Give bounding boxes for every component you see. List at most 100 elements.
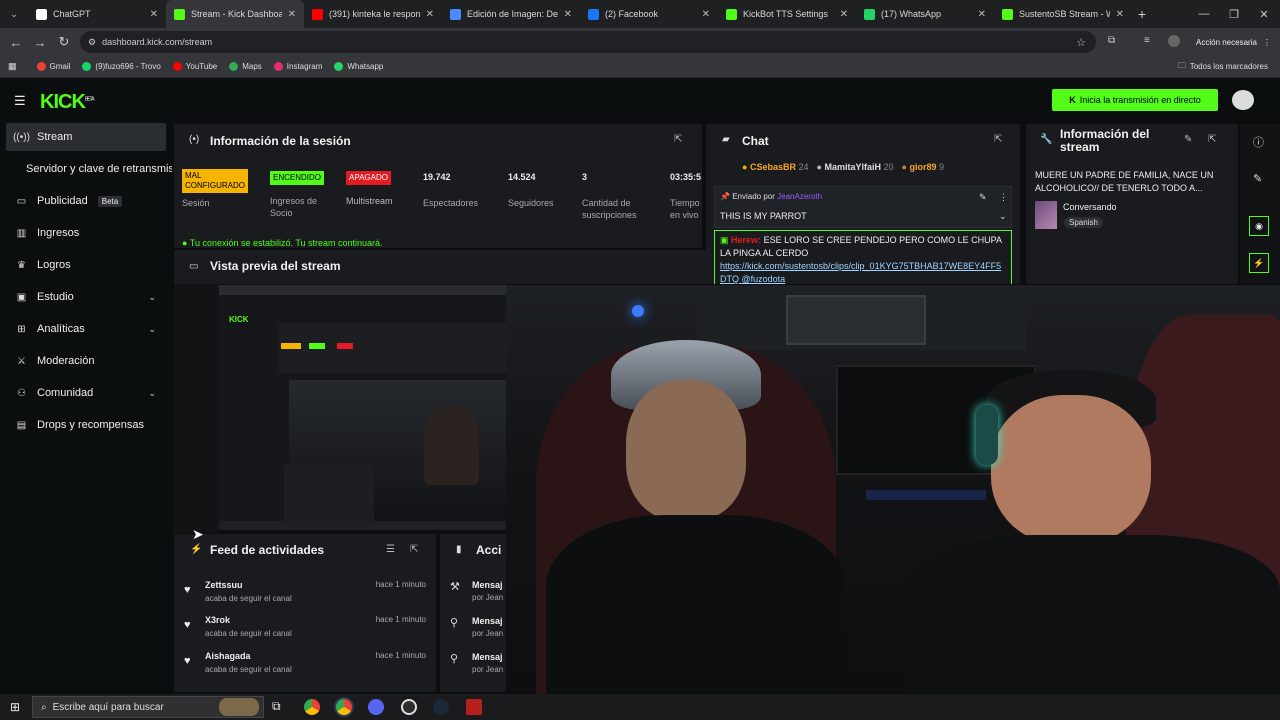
popout-icon[interactable]: ⇱ [410,544,418,555]
tab-title: (17) WhatsApp [881,9,942,19]
chart-icon: ▥ [16,227,27,239]
tab-close-icon[interactable]: ✕ [426,9,434,20]
tab-close-icon[interactable]: ✕ [150,9,158,20]
preview-gutter [174,284,219,533]
stream-preview-video[interactable]: KICK [219,285,506,530]
browser-tab[interactable]: KickBot TTS Settings ✕ [718,0,856,28]
sidebar-item-ads[interactable]: ▭ Publicidad Beta [6,187,166,215]
language-tag: Spanish [1064,217,1103,228]
browser-tab[interactable]: (2) Facebook ✕ [580,0,718,28]
popout-icon[interactable]: ⇱ [994,134,1002,145]
list-item[interactable]: ♥ X3rok acaba de seguir el canal hace 1 … [184,615,430,645]
url-text: dashboard.kick.com/stream [102,37,213,47]
unpin-icon[interactable]: ✎ [979,192,987,203]
bookmark-item[interactable]: Instagram [273,62,322,71]
chevron-down-icon[interactable]: ⌄ [999,211,1007,222]
obs-icon[interactable] [401,699,417,715]
list-item[interactable]: ♥ Aishagada acaba de seguir el canal hac… [184,651,430,681]
taskbar-search-input[interactable]: ⌕ Escribe aquí para buscar [32,696,264,718]
windows-start-icon[interactable]: ⊞ [10,700,20,714]
tool-rail: ⓘ ✎ ◉ ⚡ [1240,124,1280,284]
browser-tab[interactable]: (17) WhatsApp ✕ [856,0,994,28]
camera-tool-icon[interactable]: ◉ [1249,216,1269,236]
apps-grid-icon[interactable]: ▦ [8,61,17,72]
tab-favicon-icon [726,8,737,20]
reload-icon[interactable]: ↻ [52,34,76,50]
sidebar-item-revenue[interactable]: ▥ Ingresos [6,219,166,247]
browser-tab[interactable]: Stream - Kick Dashboard ✕ [166,0,304,28]
maximize-icon[interactable]: ❐ [1218,0,1250,28]
tab-close-icon[interactable]: ✕ [288,9,296,20]
leaderboard-entry[interactable]: ● gior89 9 [902,162,945,172]
sidebar-item-community[interactable]: ⚇ Comunidad ⌄ [6,379,166,407]
tab-close-icon[interactable]: ✕ [1116,9,1124,20]
browser-tab[interactable]: Edición de Imagen: Delfín ✕ [442,0,580,28]
category-thumbnail[interactable] [1035,201,1057,229]
all-bookmarks-folder[interactable]: 🗀 Todos los marcadores [1178,60,1268,74]
discord-icon[interactable] [368,699,384,715]
info-icon[interactable]: ⓘ [1253,134,1264,150]
pencil-icon[interactable]: ✎ [1253,172,1262,185]
close-window-icon[interactable]: ✕ [1248,0,1280,28]
steam-icon[interactable] [433,699,449,715]
sidebar-item-studio[interactable]: ▣ Estudio ⌄ [6,283,166,311]
mini-badge [309,343,325,349]
user-avatar[interactable] [1232,90,1254,110]
media-icon[interactable]: ≡ [1144,35,1150,46]
profile-avatar[interactable] [1168,35,1180,47]
category-name[interactable]: Conversando [1063,202,1117,212]
kick-logo[interactable]: KICKBETA [40,91,95,114]
filter-icon[interactable]: ☰ [386,544,395,555]
leaderboard-entry[interactable]: ● CSebasBR 24 [742,162,809,172]
tab-search-icon[interactable]: ⌄ [0,0,28,28]
chrome-active-icon[interactable] [336,699,352,715]
bookmark-item[interactable]: Maps [229,62,262,71]
sidebar-item-server-key[interactable]: Servidor y clave de retransmisión [6,155,172,183]
tab-close-icon[interactable]: ✕ [564,9,572,20]
menu-dots-icon[interactable]: ⋮ [1263,38,1271,47]
list-item[interactable]: ♥ Zettssuu acaba de seguir el canal hace… [184,580,430,610]
chrome-icon[interactable] [304,699,320,715]
lightning-tool-icon[interactable]: ⚡ [1249,253,1269,273]
stat-partner-income: ENCENDIDO Ingresos de Socio [270,171,328,219]
sidebar-item-drops[interactable]: ▤ Drops y recompensas [6,411,166,439]
sidebar-item-moderation[interactable]: ⚔ Moderación [6,347,166,375]
browser-tab[interactable]: ChatGPT ✕ [28,0,166,28]
tab-close-icon[interactable]: ✕ [702,9,710,20]
tab-close-icon[interactable]: ✕ [978,9,986,20]
browser-tab[interactable]: SustentoSB Stream - Wat ✕ [994,0,1132,28]
bookmark-icon: ▮ [456,544,462,555]
more-options-icon[interactable]: ⋮ [999,192,1008,203]
new-tab-button[interactable]: + [1132,0,1152,28]
beta-badge: Beta [97,195,123,207]
task-view-icon[interactable]: ⧉ [272,699,281,714]
chevron-down-icon: ⌄ [148,387,156,398]
profile-status-button[interactable]: Acción necesaria ⋮ [1190,32,1277,52]
go-live-button[interactable]: K Inicia la transmisión en directo [1052,89,1218,111]
extensions-icon[interactable]: ⧉ [1108,35,1115,46]
bookmark-item[interactable]: (9)fuzo696 - Trovo [82,62,161,71]
forward-icon[interactable]: → [28,35,52,50]
popout-icon[interactable]: ⇱ [674,134,682,145]
bookmark-item[interactable]: Whatsapp [334,62,383,71]
tab-close-icon[interactable]: ✕ [840,9,848,20]
bookmark-item[interactable]: Gmail [36,62,70,71]
back-icon[interactable]: ← [4,35,28,50]
url-input[interactable]: ⚙ dashboard.kick.com/stream ☆ [80,31,1096,53]
site-info-icon[interactable]: ⚙ [88,37,96,48]
sidebar-item-analytics[interactable]: ⊞ Analíticas ⌄ [6,315,166,343]
sidebar-item-stream[interactable]: ((•)) Stream [6,123,166,151]
edit-icon[interactable]: ✎ [1184,134,1192,145]
minimize-icon[interactable]: — [1188,0,1220,28]
bookmark-item[interactable]: YouTube [172,62,217,71]
hamburger-menu-icon[interactable]: ☰ [14,93,26,109]
browser-tab[interactable]: (391) kinteka le responde ✕ [304,0,442,28]
pinned-text: THIS IS MY PARROT [720,211,807,221]
chat-link[interactable]: https://kick.com/sustentosb/clips/clip_0… [720,260,1006,284]
dota-icon[interactable] [466,699,482,715]
sidebar-item-achievements[interactable]: ♛ Logros [6,251,166,279]
chat-message[interactable]: ▣ Herew: ESE LORO SE CREE PENDEJO PERO C… [714,230,1012,284]
bookmark-star-icon[interactable]: ☆ [1076,36,1086,49]
leaderboard-entry[interactable]: ● MamitaYlfaiH 20 [817,162,894,172]
popout-icon[interactable]: ⇱ [1208,134,1216,145]
